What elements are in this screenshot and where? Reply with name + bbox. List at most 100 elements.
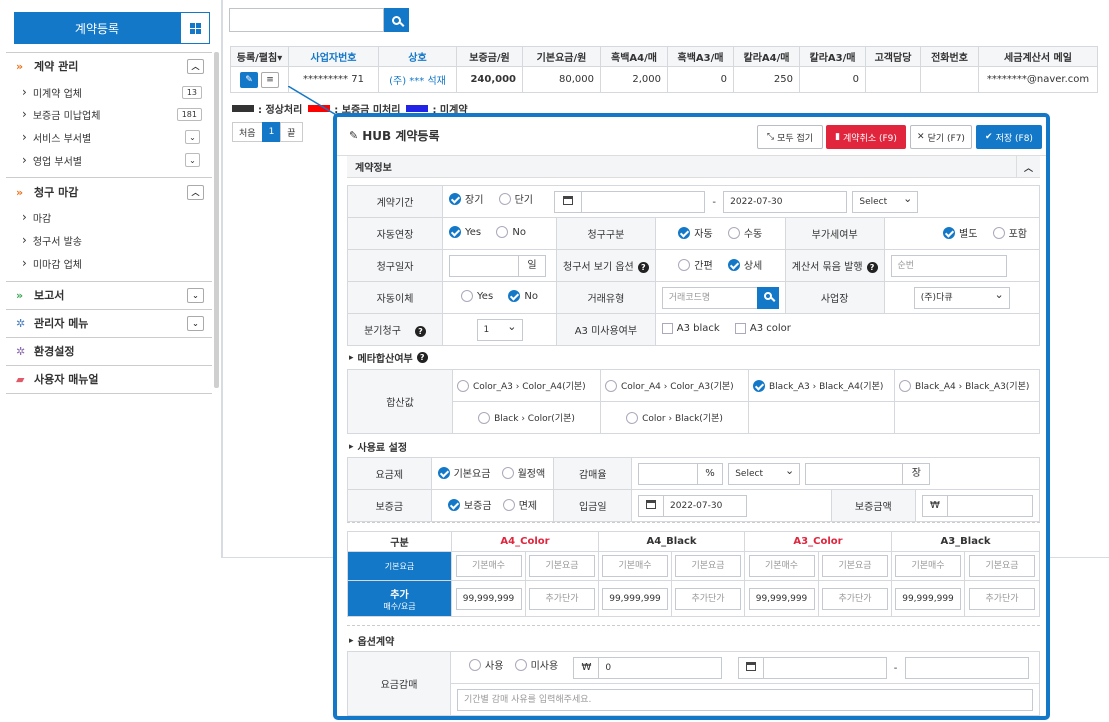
base-fee-input[interactable]: 기본요금	[529, 555, 595, 577]
radio-auto[interactable]: 자동	[678, 225, 713, 240]
extra-count-input[interactable]: 99,999,999	[455, 587, 522, 610]
period-select[interactable]: Select	[852, 189, 919, 213]
collapse-all-button[interactable]: ⤡ 모두 접기	[757, 125, 823, 149]
sum-option-3[interactable]: Black_A3 › Black_A4(기본)	[748, 369, 895, 402]
save-button[interactable]: ✔ 저장 (F8)	[976, 125, 1042, 149]
invoice-bundle-input[interactable]: 순번	[890, 254, 1007, 277]
sidebar-section-manual[interactable]: ▰ 사용자 매뉴얼	[6, 369, 212, 389]
base-count-input[interactable]: 기본매수	[748, 555, 815, 577]
extra-price-input[interactable]: 추가단가	[529, 587, 595, 610]
discount-start-date-input[interactable]	[762, 656, 887, 679]
discount-reason-input[interactable]: 기간별 감매 사유를 입력해주세요.	[457, 688, 1033, 711]
chevron-down-icon[interactable]: ⌄	[187, 287, 204, 303]
table-row[interactable]: ✎ ≡ ********* 71 (주) *** 석재 240,000 80,00…	[230, 66, 1098, 93]
sidebar-item-unclosed[interactable]: 미마감 업체	[22, 255, 212, 271]
radio-monthly[interactable]: 월정액	[501, 465, 545, 480]
help-icon[interactable]: ?	[637, 261, 649, 273]
radio-simple[interactable]: 간편	[678, 257, 713, 272]
deposit-amount-input[interactable]	[947, 494, 1033, 517]
start-date-input[interactable]	[581, 190, 706, 213]
sidebar-item-service-dept[interactable]: 서비스 부서별 ⌄	[22, 129, 212, 145]
chevron-down-icon[interactable]: ⌄	[185, 130, 200, 144]
edit-icon[interactable]: ✎	[240, 71, 258, 88]
extra-price-input[interactable]: 추가단가	[675, 587, 741, 610]
extra-count-input[interactable]: 99,999,999	[748, 587, 815, 610]
base-fee-input[interactable]: 기본요금	[969, 555, 1035, 577]
sidebar-section-report[interactable]: » 보고서 ⌄	[6, 285, 212, 305]
radio-manual[interactable]: 수동	[727, 225, 762, 240]
workplace-select[interactable]: (주)다큐	[913, 285, 1010, 309]
column-header[interactable]: 등록/펼침▾	[230, 46, 289, 67]
help-icon[interactable]: ?	[414, 325, 426, 337]
sidebar-section-admin[interactable]: ✲ 관리자 메뉴 ⌄	[6, 313, 212, 333]
subsection-usage[interactable]: 사용료 설정	[349, 439, 407, 454]
sum-option-5[interactable]: Black › Color(기본)	[452, 401, 601, 434]
discount-sheets-input[interactable]	[805, 462, 904, 485]
help-icon[interactable]: ?	[866, 261, 878, 273]
sidebar-item-sales-dept[interactable]: 영업 부서별 ⌄	[22, 152, 212, 168]
radio-exempt[interactable]: 면제	[502, 497, 537, 512]
discount-select[interactable]: Select	[728, 461, 801, 485]
sidebar-section-settings[interactable]: ✲ 환경설정	[6, 341, 212, 361]
radio-short[interactable]: 단기	[498, 191, 533, 206]
sum-option-1[interactable]: Color_A3 › Color_A4(기본)	[452, 369, 601, 402]
calendar-icon[interactable]	[554, 190, 583, 213]
chevron-down-icon[interactable]: ⌄	[185, 153, 200, 167]
radio-include[interactable]: 포함	[992, 225, 1027, 240]
extra-count-input[interactable]: 99,999,999	[602, 587, 668, 610]
trade-search-button[interactable]	[756, 286, 779, 309]
extra-price-input[interactable]: 추가단가	[969, 587, 1035, 610]
subsection-meta[interactable]: 메타합산여부?	[349, 350, 428, 365]
radio-separate[interactable]: 별도	[943, 225, 977, 240]
base-fee-input[interactable]: 기본요금	[822, 555, 888, 577]
quarter-select[interactable]: 1	[476, 317, 523, 341]
chevron-up-icon[interactable]: ︿	[187, 58, 204, 74]
calendar-icon[interactable]	[638, 494, 665, 517]
base-count-input[interactable]: 기본매수	[895, 555, 961, 577]
radio-no[interactable]: No	[508, 290, 538, 302]
sidebar-section-contract[interactable]: » 계약 관리 ︿	[6, 56, 212, 76]
extra-count-input[interactable]: 99,999,999	[895, 587, 961, 610]
base-fee-input[interactable]: 기본요금	[675, 555, 741, 577]
radio-no[interactable]: No	[496, 226, 526, 238]
sidebar-item-uncontracted[interactable]: 미계약 업체 13	[22, 84, 212, 100]
sum-option-4[interactable]: Black_A4 › Black_A3(기본)	[894, 369, 1040, 402]
sidebar-item-invoice-send[interactable]: 청구서 발송	[22, 232, 212, 248]
discount-end-date-input[interactable]	[904, 656, 1029, 679]
sidebar-title-button[interactable]: 계약등록	[14, 12, 180, 44]
pay-date-input[interactable]: 2022-07-30	[663, 494, 748, 517]
sum-option-6[interactable]: Color › Black(기본)	[600, 401, 749, 434]
sidebar-scrollbar[interactable]	[214, 52, 219, 388]
search-input[interactable]	[229, 8, 384, 32]
radio-basic[interactable]: 기본요금	[437, 465, 490, 480]
close-button[interactable]: ✕ 닫기 (F7)	[910, 125, 972, 149]
page-first[interactable]: 처음	[232, 122, 263, 142]
fee-discount-input[interactable]: 0	[598, 656, 723, 679]
help-icon[interactable]: ?	[416, 352, 428, 363]
sidebar-item-deposit-unpaid[interactable]: 보증금 미납업체 181	[22, 106, 212, 122]
menu-icon[interactable]: ≡	[261, 71, 279, 88]
radio-long[interactable]: 장기	[449, 191, 483, 206]
checkbox-a3-black[interactable]: A3 black	[661, 322, 720, 334]
discount-rate-input[interactable]	[638, 462, 699, 485]
radio-use[interactable]: 사용	[469, 657, 503, 672]
radio-unused[interactable]: 미사용	[514, 657, 558, 672]
sum-option-2[interactable]: Color_A4 › Color_A3(기본)	[600, 369, 749, 402]
sidebar-item-closing[interactable]: 마감	[22, 209, 212, 225]
base-count-input[interactable]: 기본매수	[602, 555, 668, 577]
cancel-contract-button[interactable]: ▮ 계약취소 (F9)	[826, 125, 906, 149]
calendar-icon[interactable]	[737, 656, 764, 679]
section-contract-info[interactable]: 계약정보 ︿	[347, 156, 1040, 178]
chevron-down-icon[interactable]: ⌄	[187, 315, 204, 331]
radio-yes[interactable]: Yes	[461, 290, 493, 302]
bill-day-input[interactable]	[449, 254, 519, 277]
checkbox-a3-color[interactable]: A3 color	[734, 322, 791, 334]
trade-type-input[interactable]: 거래코드명	[661, 286, 758, 309]
radio-deposit[interactable]: 보증금	[447, 497, 492, 512]
chevron-up-icon[interactable]: ︿	[1016, 156, 1040, 178]
sidebar-section-billing[interactable]: » 청구 마감 ︿	[6, 182, 212, 202]
extra-price-input[interactable]: 추가단가	[822, 587, 888, 610]
company-link[interactable]: (주) *** 석재	[378, 66, 457, 93]
radio-yes[interactable]: Yes	[449, 226, 481, 238]
page-1[interactable]: 1	[261, 122, 282, 142]
